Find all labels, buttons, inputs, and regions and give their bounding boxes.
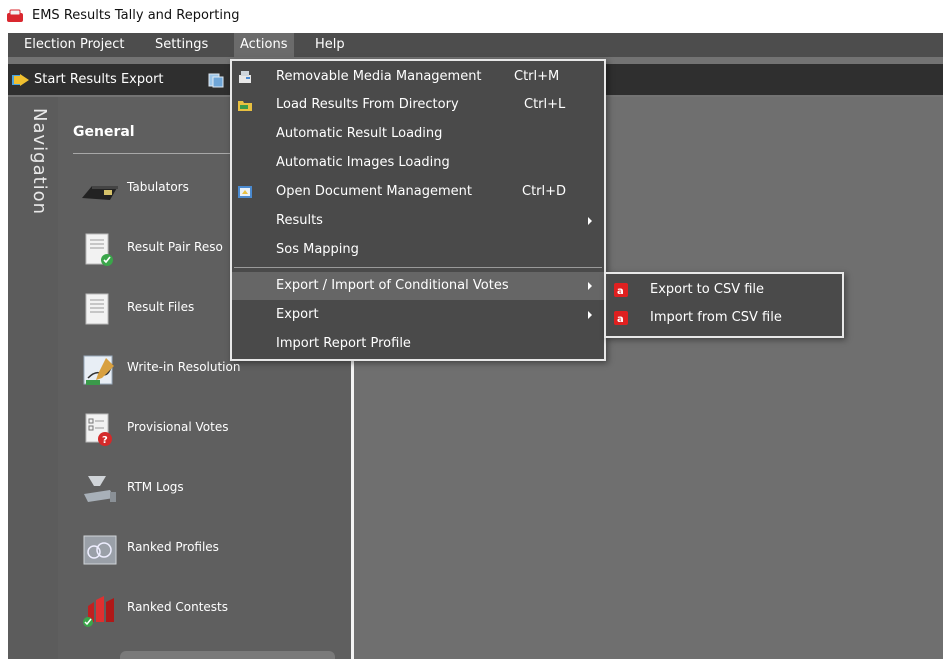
csv-export-icon: a (614, 283, 628, 297)
menu-item-export-import-conditional-votes[interactable]: Export / Import of Conditional Votes (232, 272, 604, 300)
nav-item-label: Ranked Contests (127, 600, 228, 614)
general-section-header[interactable]: General (73, 124, 243, 154)
app-logo-icon (7, 9, 23, 22)
menu-item-import-from-csv[interactable]: a Import from CSV file (606, 304, 842, 332)
menu-actions[interactable]: Actions (234, 33, 294, 57)
result-pair-icon (85, 233, 113, 266)
rtm-logs-icon (84, 476, 116, 502)
folder-icon (238, 101, 252, 111)
document-management-icon (238, 186, 252, 198)
nav-item-label: Provisional Votes (127, 420, 229, 434)
nav-item-label: Tabulators (127, 180, 189, 194)
svg-text:a: a (617, 286, 624, 297)
menu-election-project[interactable]: Election Project (18, 33, 130, 57)
title-bar: EMS Results Tally and Reporting (0, 0, 943, 33)
ranked-contests-icon (83, 596, 114, 627)
ranked-profiles-icon (83, 535, 117, 565)
navigation-rail-title[interactable]: Navigation (16, 108, 50, 248)
nav-item-label: Result Pair Reso (127, 240, 223, 254)
menu-item-automatic-result-loading[interactable]: Automatic Result Loading (232, 120, 604, 148)
menu-settings[interactable]: Settings (149, 33, 214, 57)
menu-item-export[interactable]: Export (232, 301, 604, 329)
removable-media-icon (239, 71, 251, 83)
menu-item-export-to-csv[interactable]: a Export to CSV file (606, 276, 842, 304)
menu-item-import-report-profile[interactable]: Import Report Profile (232, 330, 604, 358)
menu-item-load-results-from-directory[interactable]: Load Results From Directory Ctrl+L (232, 91, 604, 119)
window-title: EMS Results Tally and Reporting (32, 8, 240, 23)
write-in-icon (83, 355, 114, 385)
menu-item-open-document-management[interactable]: Open Document Management Ctrl+D (232, 178, 604, 206)
conditional-votes-submenu: a Export to CSV file a Import from CSV f… (604, 272, 844, 338)
nav-panel-footer (120, 651, 335, 659)
tabulator-icon (82, 186, 118, 200)
menu-bar: Election Project Settings Actions Help (8, 33, 943, 57)
provisional-votes-icon: ? (85, 413, 112, 446)
toolbar-document-icon[interactable] (208, 72, 224, 88)
nav-item-provisional-votes[interactable]: ? Provisional Votes (80, 408, 350, 450)
menu-separator (234, 267, 602, 268)
result-files-icon (85, 293, 109, 325)
submenu-arrow-icon (588, 311, 592, 319)
menu-item-removable-media-management[interactable]: Removable Media Management Ctrl+M (232, 63, 604, 91)
nav-item-rtm-logs[interactable]: RTM Logs (80, 468, 350, 510)
menu-item-results[interactable]: Results (232, 207, 604, 235)
menu-item-sos-mapping[interactable]: Sos Mapping (232, 236, 604, 264)
csv-import-icon: a (614, 311, 628, 325)
nav-item-ranked-contests[interactable]: Ranked Contests (80, 588, 350, 630)
actions-dropdown-menu: Removable Media Management Ctrl+M Load R… (230, 59, 606, 361)
start-results-export-label: Start Results Export (34, 72, 164, 87)
submenu-arrow-icon (588, 217, 592, 225)
nav-item-ranked-profiles[interactable]: Ranked Profiles (80, 528, 350, 570)
svg-text:a: a (617, 314, 624, 325)
nav-item-label: Ranked Profiles (127, 540, 219, 554)
svg-text:?: ? (102, 435, 108, 446)
nav-item-label: Result Files (127, 300, 195, 314)
menu-item-automatic-images-loading[interactable]: Automatic Images Loading (232, 149, 604, 177)
nav-item-label: Write-in Resolution (127, 360, 241, 374)
export-arrow-icon (12, 74, 29, 86)
submenu-arrow-icon (588, 282, 592, 290)
nav-item-label: RTM Logs (127, 480, 184, 494)
menu-help[interactable]: Help (309, 33, 351, 57)
